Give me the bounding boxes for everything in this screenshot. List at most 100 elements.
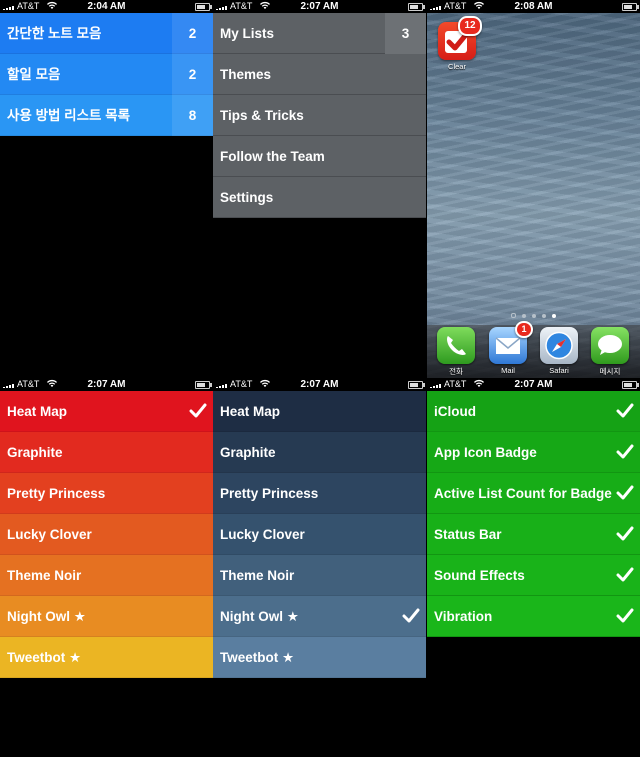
dock-label: 전화: [449, 367, 463, 376]
status-time: 2:04 AM: [87, 1, 126, 12]
status-bar: AT&T 2:07 AM: [213, 378, 426, 391]
list-count: 2: [172, 13, 213, 54]
menu-item-tips[interactable]: Tips & Tricks: [213, 95, 426, 136]
menu-label: Themes: [220, 67, 272, 82]
setting-label: Active List Count for Badge: [434, 486, 612, 501]
setting-label: Status Bar: [434, 527, 502, 542]
app-label: Clear: [448, 62, 466, 71]
checkmark-icon: [189, 403, 207, 418]
clear-badge: 12: [458, 16, 482, 36]
status-time: 2:07 AM: [300, 1, 339, 12]
battery-icon: [408, 381, 425, 389]
status-bar: AT&T 2:04 AM: [0, 0, 213, 13]
page-indicator[interactable]: [427, 313, 640, 318]
theme-label: Night Owl ★: [220, 609, 299, 624]
screen-lists: AT&T 2:04 AM 간단한 노트 모음 2 할일 모음 2 사용 방법 리…: [0, 0, 213, 378]
theme-item[interactable]: Tweetbot ★: [213, 637, 426, 678]
battery-icon: [195, 3, 212, 11]
battery-icon: [195, 381, 212, 389]
setting-toggle-sound-effects[interactable]: Sound Effects: [427, 555, 640, 596]
checkmark-icon: [616, 608, 634, 623]
menu-item-my-lists[interactable]: My Lists 3: [213, 13, 426, 54]
theme-item[interactable]: Lucky Clover: [0, 514, 213, 555]
theme-item[interactable]: Lucky Clover: [213, 514, 426, 555]
setting-label: Sound Effects: [434, 568, 525, 583]
messages-icon[interactable]: [591, 327, 629, 364]
battery-icon: [408, 3, 425, 11]
theme-item[interactable]: Night Owl ★: [213, 596, 426, 637]
dock-label: 메시지: [599, 367, 621, 376]
theme-item[interactable]: Graphite: [213, 432, 426, 473]
theme-label: Graphite: [220, 445, 276, 460]
screen-menu: AT&T 2:07 AM My Lists 3 Themes Tips & Tr…: [213, 0, 426, 378]
theme-item[interactable]: Night Owl ★: [0, 596, 213, 637]
status-bar: AT&T 2:07 AM: [427, 378, 640, 391]
theme-item[interactable]: Graphite: [0, 432, 213, 473]
list-title: 할일 모음: [7, 67, 61, 82]
theme-label: Heat Map: [7, 404, 68, 419]
page-dot-active: [552, 314, 556, 318]
menu-item-follow-team[interactable]: Follow the Team: [213, 136, 426, 177]
menu-item-settings[interactable]: Settings: [213, 177, 426, 218]
mail-badge: 1: [515, 321, 533, 338]
page-dot: [522, 314, 526, 318]
safari-icon[interactable]: [540, 327, 578, 364]
status-bar: AT&T 2:07 AM: [213, 0, 426, 13]
phone-icon[interactable]: [437, 327, 475, 364]
theme-label: Heat Map: [220, 404, 281, 419]
status-bar: AT&T 2:08 AM: [427, 0, 640, 13]
list-count: 3: [385, 13, 426, 54]
status-bar: AT&T 2:07 AM: [0, 378, 213, 391]
list-item[interactable]: 사용 방법 리스트 목록 8: [0, 95, 213, 136]
checkmark-icon: [616, 526, 634, 541]
theme-item[interactable]: Theme Noir: [213, 555, 426, 596]
theme-item[interactable]: Pretty Princess: [0, 473, 213, 514]
setting-toggle-active-list-count[interactable]: Active List Count for Badge: [427, 473, 640, 514]
screen-settings: AT&T 2:07 AM iCloud App Icon Badge Activ…: [427, 378, 640, 756]
theme-item[interactable]: Heat Map: [0, 391, 213, 432]
list-count: 2: [172, 54, 213, 95]
setting-label: iCloud: [434, 404, 476, 419]
menu-label: Settings: [220, 190, 274, 205]
list-item[interactable]: 간단한 노트 모음 2: [0, 13, 213, 54]
menu-item-themes[interactable]: Themes: [213, 54, 426, 95]
speech-bubble-icon: [598, 335, 622, 355]
checkmark-icon: [616, 403, 634, 418]
menu-label: Follow the Team: [220, 149, 325, 164]
setting-toggle-vibration[interactable]: Vibration: [427, 596, 640, 637]
page-dot: [542, 314, 546, 318]
theme-item[interactable]: Theme Noir: [0, 555, 213, 596]
status-time: 2:08 AM: [514, 1, 553, 12]
theme-label: Pretty Princess: [220, 486, 319, 501]
theme-label: Theme Noir: [220, 568, 295, 583]
setting-toggle-app-icon-badge[interactable]: App Icon Badge: [427, 432, 640, 473]
list-item[interactable]: 할일 모음 2: [0, 54, 213, 95]
page-dot: [532, 314, 536, 318]
setting-toggle-icloud[interactable]: iCloud: [427, 391, 640, 432]
theme-item[interactable]: Pretty Princess: [213, 473, 426, 514]
theme-label: Theme Noir: [7, 568, 82, 583]
checkmark-icon: [402, 608, 420, 623]
theme-label: Lucky Clover: [7, 527, 92, 542]
setting-toggle-status-bar[interactable]: Status Bar: [427, 514, 640, 555]
battery-icon: [622, 381, 639, 389]
search-dot-icon: [511, 313, 516, 318]
theme-label: Tweetbot ★: [7, 650, 82, 665]
theme-label: Night Owl ★: [7, 609, 86, 624]
status-time: 2:07 AM: [514, 379, 553, 390]
theme-item[interactable]: Tweetbot ★: [0, 637, 213, 678]
phone-handset-icon: [447, 336, 466, 355]
theme-item[interactable]: Heat Map: [213, 391, 426, 432]
dock-label: Safari: [549, 366, 569, 375]
menu-label: My Lists: [220, 26, 275, 41]
list-title: 간단한 노트 모음: [7, 26, 102, 41]
dock-label: Mail: [501, 366, 515, 375]
theme-label: Graphite: [7, 445, 63, 460]
list-count: 8: [172, 95, 213, 136]
status-time: 2:07 AM: [300, 379, 339, 390]
setting-label: Vibration: [434, 609, 493, 624]
checkmark-icon: [616, 444, 634, 459]
screen-home: AT&T 2:08 AM 12 Clear 1 전화 Mail Safari 메…: [427, 0, 640, 378]
screen-themes-nightowl: AT&T 2:07 AM Heat Map Graphite Pretty Pr…: [213, 378, 426, 756]
checkmark-icon: [616, 485, 634, 500]
